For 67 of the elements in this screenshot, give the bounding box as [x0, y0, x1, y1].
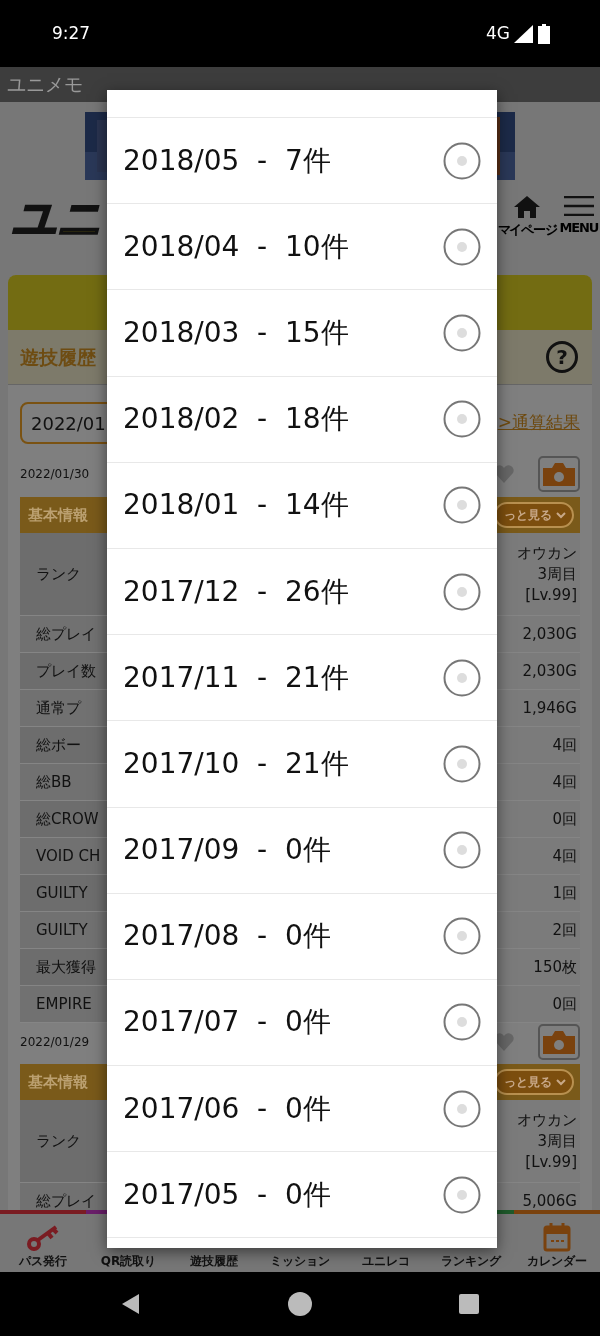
row-value: 4回: [552, 845, 577, 867]
row-value: 2回: [552, 919, 577, 941]
month-option[interactable]: 2017/07 - 0件: [107, 979, 497, 1067]
row-value: オウカン 3周目 [Lv.99]: [516, 542, 577, 606]
battery-icon: [538, 23, 550, 44]
month-option[interactable]: 2017/05 - 0件: [107, 1152, 497, 1239]
month-option[interactable]: 2018/01 - 14件: [107, 462, 497, 549]
radio-button[interactable]: [443, 1003, 481, 1042]
header-link[interactable]: MENU: [559, 196, 598, 240]
network-type: 4G: [486, 21, 510, 45]
heart-icon[interactable]: [494, 1033, 514, 1051]
app-title: ユニメモ: [7, 72, 83, 98]
session-date: 2022/01/29: [20, 1034, 90, 1051]
home-icon[interactable]: [288, 1292, 312, 1316]
radio-button[interactable]: [443, 313, 481, 352]
month-option[interactable]: 2018/04 - 10件: [107, 204, 497, 291]
row-value: 4回: [552, 771, 577, 793]
calendar-icon: [543, 1222, 572, 1252]
logo: ユニ: [12, 196, 102, 240]
heart-icon[interactable]: [494, 465, 514, 483]
header-link[interactable]: マイページ: [497, 196, 557, 240]
chevron-icon: [556, 1078, 566, 1086]
month-option[interactable]: 2017/11 - 21件: [107, 635, 497, 722]
row-value: オウカン 3周目 [Lv.99]: [516, 1109, 577, 1173]
session-date: 2022/01/30: [20, 466, 90, 483]
section-title: 遊技履歴: [20, 344, 96, 370]
month-option[interactable]: 2018/05 - 7件: [107, 118, 497, 205]
radio-button[interactable]: [443, 744, 481, 783]
chevron-icon: [556, 511, 566, 519]
month-option[interactable]: 2018/02 - 18件: [107, 376, 497, 463]
signal-icon: [514, 24, 534, 43]
month-option[interactable]: 2017/09 - 0件: [107, 807, 497, 894]
month-option[interactable]: 2018/03 - 15件: [107, 290, 497, 377]
month-option[interactable]: 2017/12 - 26件: [107, 548, 497, 636]
month-option[interactable]: 2017/06 - 0件: [107, 1066, 497, 1153]
camera-icon: [543, 462, 575, 486]
section-heading: 基本情報: [28, 504, 88, 526]
clock: 9:27: [52, 21, 91, 45]
help-icon[interactable]: ?: [546, 341, 578, 373]
row-value: 0回: [552, 808, 577, 830]
recents-icon[interactable]: [458, 1294, 479, 1314]
radio-button[interactable]: [443, 917, 481, 956]
row-value: 1,946G: [522, 697, 577, 719]
row-value: 2,030G: [522, 660, 577, 682]
radio-button[interactable]: [443, 1175, 481, 1214]
radio-button[interactable]: [443, 831, 481, 870]
radio-button[interactable]: [443, 1089, 481, 1128]
month-option[interactable]: 2017/10 - 21件: [107, 721, 497, 808]
menu-icon: [563, 196, 594, 217]
radio-button[interactable]: [443, 486, 481, 525]
back-icon[interactable]: [121, 1293, 142, 1315]
row-value: 0回: [552, 993, 577, 1015]
radio-button[interactable]: [443, 658, 481, 697]
radio-button[interactable]: [443, 400, 481, 439]
row-value: 5,006G: [522, 1190, 577, 1210]
radio-button[interactable]: [443, 227, 481, 266]
row-value: 4回: [552, 734, 577, 756]
radio-button[interactable]: [443, 572, 481, 611]
row-value: 1回: [552, 882, 577, 904]
row-value: 150枚: [533, 956, 577, 978]
month-option[interactable]: 2017/08 - 0件: [107, 893, 497, 980]
home-icon: [514, 196, 541, 219]
camera-icon: [543, 1030, 575, 1054]
section-heading: 基本情報: [28, 1071, 88, 1093]
key-icon: [25, 1224, 60, 1252]
radio-button[interactable]: [443, 141, 481, 180]
row-value: 2,030G: [522, 623, 577, 645]
